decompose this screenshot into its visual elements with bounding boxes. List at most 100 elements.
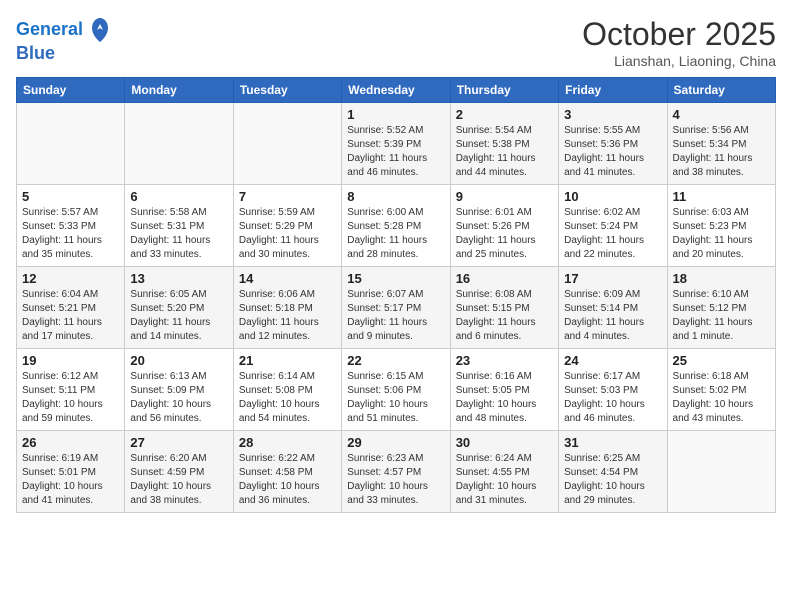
day-info: Sunrise: 6:08 AMSunset: 5:15 PMDaylight:… xyxy=(456,288,553,344)
calendar-cell xyxy=(233,103,341,185)
calendar-cell: 12Sunrise: 6:04 AMSunset: 5:21 PMDayligh… xyxy=(17,267,125,349)
calendar-cell: 20 Sunrise: 6:13 AMSunset: 5:09 PMDayligh… xyxy=(125,349,233,431)
title-block: October 2025 Lianshan, Liaoning, China xyxy=(582,16,776,69)
calendar-week-row: 26Sunrise: 6:19 AMSunset: 5:01 PMDayligh… xyxy=(17,431,776,513)
calendar-cell: 24 Sunrise: 6:17 AMSunset: 5:03 PMDayligh… xyxy=(559,349,667,431)
calendar-cell: 5 Sunrise: 5:57 AMSunset: 5:33 PMDaylight… xyxy=(17,185,125,267)
day-info: Sunrise: 6:05 AMSunset: 5:20 PMDaylight:… xyxy=(130,288,227,344)
day-number: 17 xyxy=(564,271,661,286)
calendar-cell: 22 Sunrise: 6:15 AMSunset: 5:06 PMDayligh… xyxy=(342,349,450,431)
calendar-cell: 21 Sunrise: 6:14 AMSunset: 5:08 PMDayligh… xyxy=(233,349,341,431)
day-number: 2 xyxy=(456,107,553,122)
calendar-table: SundayMondayTuesdayWednesdayThursdayFrid… xyxy=(16,77,776,513)
calendar-cell: 7Sunrise: 5:59 AMSunset: 5:29 PMDaylight… xyxy=(233,185,341,267)
day-number: 13 xyxy=(130,271,227,286)
day-info: Sunrise: 5:56 AMSunset: 5:34 PMDaylight:… xyxy=(673,124,770,180)
day-number: 19 xyxy=(22,353,119,368)
day-info: Sunrise: 6:16 AMSunset: 5:05 PMDaylight:… xyxy=(456,370,553,426)
calendar-week-row: 19 Sunrise: 6:12 AMSunset: 5:11 PMDayligh… xyxy=(17,349,776,431)
day-number: 20 xyxy=(130,353,227,368)
calendar-cell: 27 Sunrise: 6:20 AMSunset: 4:59 PMDayligh… xyxy=(125,431,233,513)
day-info: Sunrise: 5:52 AMSunset: 5:39 PMDaylight:… xyxy=(347,124,444,180)
calendar-cell: 31 Sunrise: 6:25 AMSunset: 4:54 PMDayligh… xyxy=(559,431,667,513)
calendar-cell: 17Sunrise: 6:09 AMSunset: 5:14 PMDayligh… xyxy=(559,267,667,349)
calendar-cell xyxy=(125,103,233,185)
day-number: 16 xyxy=(456,271,553,286)
day-number: 22 xyxy=(347,353,444,368)
day-number: 24 xyxy=(564,353,661,368)
day-number: 3 xyxy=(564,107,661,122)
calendar-cell xyxy=(667,431,775,513)
day-number: 29 xyxy=(347,435,444,450)
day-info: Sunrise: 6:12 AMSunset: 5:11 PMDaylight:… xyxy=(22,370,119,426)
day-info: Sunrise: 6:10 AMSunset: 5:12 PMDaylight:… xyxy=(673,288,770,344)
day-info: Sunrise: 5:59 AMSunset: 5:29 PMDaylight:… xyxy=(239,206,336,262)
weekday-header: Sunday xyxy=(17,78,125,103)
day-number: 14 xyxy=(239,271,336,286)
day-info: Sunrise: 6:04 AMSunset: 5:21 PMDaylight:… xyxy=(22,288,119,344)
day-number: 18 xyxy=(673,271,770,286)
day-number: 21 xyxy=(239,353,336,368)
calendar-cell: 10Sunrise: 6:02 AMSunset: 5:24 PMDayligh… xyxy=(559,185,667,267)
day-info: Sunrise: 6:20 AMSunset: 4:59 PMDaylight:… xyxy=(130,452,227,508)
logo: General Blue xyxy=(16,16,110,64)
calendar-cell: 15 Sunrise: 6:07 AMSunset: 5:17 PMDayligh… xyxy=(342,267,450,349)
day-info: Sunrise: 6:07 AMSunset: 5:17 PMDaylight:… xyxy=(347,288,444,344)
day-number: 27 xyxy=(130,435,227,450)
calendar-cell: 13 Sunrise: 6:05 AMSunset: 5:20 PMDayligh… xyxy=(125,267,233,349)
day-info: Sunrise: 6:00 AMSunset: 5:28 PMDaylight:… xyxy=(347,206,444,262)
day-info: Sunrise: 6:18 AMSunset: 5:02 PMDaylight:… xyxy=(673,370,770,426)
day-info: Sunrise: 6:13 AMSunset: 5:09 PMDaylight:… xyxy=(130,370,227,426)
day-number: 8 xyxy=(347,189,444,204)
day-info: Sunrise: 5:54 AMSunset: 5:38 PMDaylight:… xyxy=(456,124,553,180)
calendar-cell: 4Sunrise: 5:56 AMSunset: 5:34 PMDaylight… xyxy=(667,103,775,185)
day-number: 15 xyxy=(347,271,444,286)
calendar-cell: 6Sunrise: 5:58 AMSunset: 5:31 PMDaylight… xyxy=(125,185,233,267)
day-info: Sunrise: 5:57 AMSunset: 5:33 PMDaylight:… xyxy=(22,206,119,262)
calendar-cell: 18 Sunrise: 6:10 AMSunset: 5:12 PMDayligh… xyxy=(667,267,775,349)
day-number: 31 xyxy=(564,435,661,450)
day-info: Sunrise: 6:19 AMSunset: 5:01 PMDaylight:… xyxy=(22,452,119,508)
day-info: Sunrise: 5:55 AMSunset: 5:36 PMDaylight:… xyxy=(564,124,661,180)
day-info: Sunrise: 6:14 AMSunset: 5:08 PMDaylight:… xyxy=(239,370,336,426)
calendar-cell: 30Sunrise: 6:24 AMSunset: 4:55 PMDayligh… xyxy=(450,431,558,513)
weekday-header: Thursday xyxy=(450,78,558,103)
calendar-cell: 25 Sunrise: 6:18 AMSunset: 5:02 PMDayligh… xyxy=(667,349,775,431)
day-info: Sunrise: 6:06 AMSunset: 5:18 PMDaylight:… xyxy=(239,288,336,344)
logo-text: General xyxy=(16,16,110,44)
calendar-cell: 28Sunrise: 6:22 AMSunset: 4:58 PMDayligh… xyxy=(233,431,341,513)
calendar-cell: 29 Sunrise: 6:23 AMSunset: 4:57 PMDayligh… xyxy=(342,431,450,513)
day-number: 1 xyxy=(347,107,444,122)
day-number: 6 xyxy=(130,189,227,204)
location: Lianshan, Liaoning, China xyxy=(582,53,776,69)
calendar-week-row: 1 Sunrise: 5:52 AMSunset: 5:39 PMDaylight… xyxy=(17,103,776,185)
day-info: Sunrise: 6:24 AMSunset: 4:55 PMDaylight:… xyxy=(456,452,553,508)
day-info: Sunrise: 6:22 AMSunset: 4:58 PMDaylight:… xyxy=(239,452,336,508)
day-info: Sunrise: 6:23 AMSunset: 4:57 PMDaylight:… xyxy=(347,452,444,508)
day-info: Sunrise: 6:02 AMSunset: 5:24 PMDaylight:… xyxy=(564,206,661,262)
calendar-cell: 3 Sunrise: 5:55 AMSunset: 5:36 PMDaylight… xyxy=(559,103,667,185)
calendar-cell: 8 Sunrise: 6:00 AMSunset: 5:28 PMDaylight… xyxy=(342,185,450,267)
calendar-cell: 23Sunrise: 6:16 AMSunset: 5:05 PMDayligh… xyxy=(450,349,558,431)
logo-blue: Blue xyxy=(16,44,110,64)
calendar-cell xyxy=(17,103,125,185)
weekday-header: Friday xyxy=(559,78,667,103)
calendar-cell: 14 Sunrise: 6:06 AMSunset: 5:18 PMDayligh… xyxy=(233,267,341,349)
calendar-cell: 26Sunrise: 6:19 AMSunset: 5:01 PMDayligh… xyxy=(17,431,125,513)
calendar-cell: 11Sunrise: 6:03 AMSunset: 5:23 PMDayligh… xyxy=(667,185,775,267)
day-info: Sunrise: 6:03 AMSunset: 5:23 PMDaylight:… xyxy=(673,206,770,262)
page-header: General Blue October 2025 Lianshan, Liao… xyxy=(16,16,776,69)
calendar-cell: 2 Sunrise: 5:54 AMSunset: 5:38 PMDaylight… xyxy=(450,103,558,185)
day-info: Sunrise: 6:15 AMSunset: 5:06 PMDaylight:… xyxy=(347,370,444,426)
calendar-cell: 1 Sunrise: 5:52 AMSunset: 5:39 PMDaylight… xyxy=(342,103,450,185)
weekday-header-row: SundayMondayTuesdayWednesdayThursdayFrid… xyxy=(17,78,776,103)
day-number: 25 xyxy=(673,353,770,368)
weekday-header: Saturday xyxy=(667,78,775,103)
day-info: Sunrise: 6:01 AMSunset: 5:26 PMDaylight:… xyxy=(456,206,553,262)
calendar-cell: 19 Sunrise: 6:12 AMSunset: 5:11 PMDayligh… xyxy=(17,349,125,431)
calendar-cell: 9Sunrise: 6:01 AMSunset: 5:26 PMDaylight… xyxy=(450,185,558,267)
day-info: Sunrise: 6:17 AMSunset: 5:03 PMDaylight:… xyxy=(564,370,661,426)
day-number: 5 xyxy=(22,189,119,204)
day-info: Sunrise: 6:25 AMSunset: 4:54 PMDaylight:… xyxy=(564,452,661,508)
calendar-cell: 16 Sunrise: 6:08 AMSunset: 5:15 PMDayligh… xyxy=(450,267,558,349)
